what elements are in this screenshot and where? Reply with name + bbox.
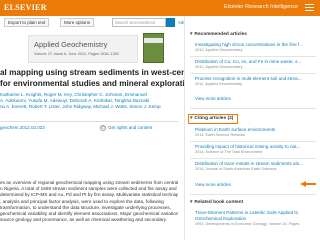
list-item[interactable]: Trace-Element Patterns in Lateritic Soil… [195, 210, 317, 227]
item-meta: 2012, Applied Geochemistry [195, 64, 243, 69]
divider [190, 73, 316, 74]
citing-heading[interactable]: ▾ Citing articles (2) [190, 116, 233, 121]
abstract-text: es an overview of regional geochemical m… [0, 180, 178, 223]
abstract-line: source geology and provenance, as well a… [0, 217, 166, 223]
journal-cover-image[interactable] [143, 33, 164, 63]
doi-link[interactable]: geochem.2012.02.023 [0, 125, 45, 130]
rights-link[interactable]: Get rights and content [108, 125, 152, 130]
list-item[interactable]: Providing impact of historical mining ac… [195, 144, 317, 155]
divider [190, 141, 316, 142]
copyright-icon: © [100, 125, 106, 131]
article-title-line: al mapping using stream sediments in wes… [0, 68, 232, 77]
list-item[interactable]: Investigating high zircon concentrations… [195, 42, 317, 53]
journal-title[interactable]: Applied Geochemistry [34, 40, 107, 49]
item-title[interactable]: Distribution of Cu, Co, As, and Fe in mi… [195, 59, 317, 65]
item-title[interactable]: Investigating high zircon concentrations… [195, 42, 317, 48]
brand-link[interactable]: Elsevier Research Intelligence [224, 4, 298, 10]
list-item[interactable]: Distribution of trace metals in stream s… [195, 161, 317, 172]
abstract-line: , analysis and principal factor analysis… [0, 198, 164, 204]
right-sidebar: ▾ Recommended articles Investigating high… [184, 16, 320, 240]
orange-pointer-arrow-icon [300, 181, 316, 187]
article-title-line: for environmental studies and mineral ex… [0, 78, 226, 88]
search-input[interactable]: Search ScienceDirect [112, 18, 166, 27]
divider [190, 158, 316, 159]
journal-issue-info[interactable]: Volume 27, Issue 6, June 2012, Pages 103… [34, 52, 119, 56]
divider [190, 56, 316, 57]
more-options-button[interactable]: More options [60, 18, 95, 27]
list-item[interactable]: Distribution of Cu, Co, As, and Fe in mi… [195, 59, 317, 70]
elsevier-logo[interactable]: ELSEVIER [4, 3, 47, 12]
author-line[interactable]: ou A. Everett, Robert T. Lister, John Ri… [0, 104, 178, 110]
collapse-triangle-icon[interactable]: ▾ [190, 116, 192, 121]
top-bar: ELSEVIER Elsevier Research Intelligence [0, 0, 320, 16]
hamburger-menu-icon[interactable] [305, 4, 314, 12]
divider [190, 108, 316, 109]
abstract-line: determined by ICP-MS and Au, Pd and Pt b… [0, 192, 178, 198]
article-title: al mapping using stream sediments in wes… [0, 68, 232, 89]
recommended-heading[interactable]: ▾ Recommended articles [190, 32, 247, 37]
journal-banner[interactable]: Applied Geochemistry Volume 27, Issue 6,… [28, 35, 138, 63]
export-button[interactable]: Export to plain text [4, 18, 50, 27]
collapse-triangle-icon[interactable]: ▾ [190, 200, 192, 205]
search-button[interactable] [166, 18, 175, 27]
item-title[interactable]: Providing impact of historical mining ac… [195, 144, 317, 150]
doi-row: geochem.2012.02.023 © Get rights and con… [0, 121, 178, 133]
item-meta: 2014, Earth-Science Reviews [195, 132, 245, 137]
collapse-triangle-icon[interactable]: ▾ [190, 32, 192, 37]
view-more-recommended-link[interactable]: View more articles [195, 96, 231, 101]
author-list: Katharine L. Knights, Roger M. Key, Chri… [0, 92, 178, 111]
divider [190, 194, 316, 195]
item-meta: 2014, Journal of South American Earth Sc… [195, 166, 277, 171]
list-item[interactable]: Process recognition in multi-element soi… [195, 76, 317, 87]
item-title[interactable]: Distribution of trace metals in stream s… [195, 161, 317, 167]
item-meta: 2012, Applied Geochemistry [195, 47, 243, 52]
item-meta: 2014, Science of The Total Environment [195, 149, 263, 154]
article-toolbar: Export to plain text More options Search… [0, 16, 210, 30]
related-heading[interactable]: ▾ Related book content [190, 200, 243, 205]
item-meta: 1991, Developments in Economic Geology, … [195, 221, 300, 226]
view-more-citing-link[interactable]: View more articles [195, 182, 231, 187]
item-title[interactable]: Process recognition in multi-element soi… [195, 76, 317, 82]
item-meta: 2011, Applied Geochemistry [195, 81, 243, 86]
list-item[interactable]: Platinum in Earth surface environments 2… [195, 127, 317, 138]
